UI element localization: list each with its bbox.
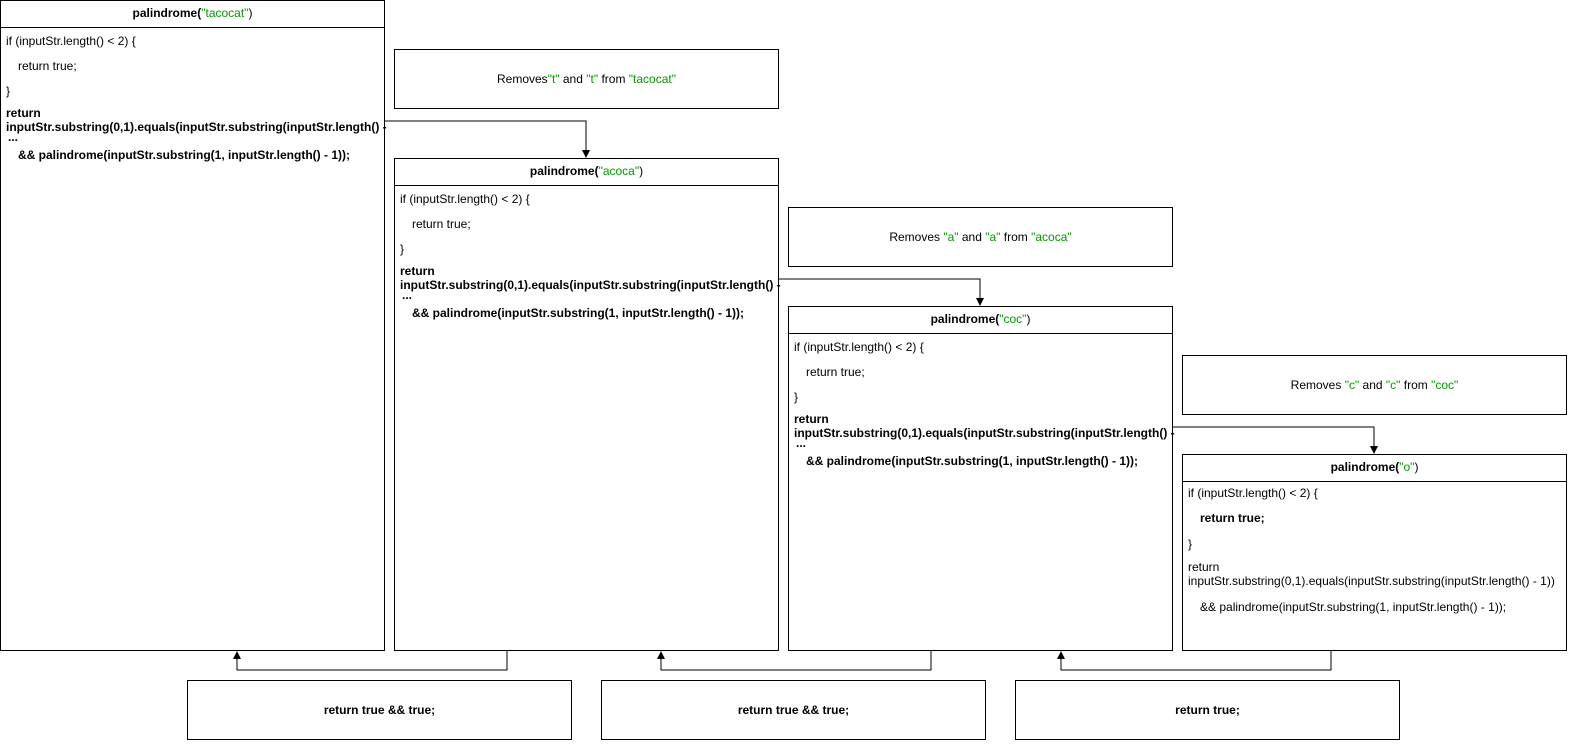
call-arrow-tacocat-to-acoca [385, 120, 587, 150]
return-arrowhead-1 [233, 651, 241, 659]
return-arrowhead-2 [657, 651, 665, 659]
call-arrowhead-1 [582, 150, 590, 158]
connector-layer [233, 120, 1378, 671]
return-arrow-o-to-coc [1060, 651, 1332, 671]
call-arrow-coc-to-o [1173, 426, 1375, 446]
return-arrowhead-3 [1057, 651, 1065, 659]
call-arrowhead-2 [976, 298, 984, 306]
return-arrow-coc-to-acoca [660, 651, 932, 671]
return-arrow-acoca-to-tacocat [236, 651, 508, 671]
call-arrowhead-3 [1370, 446, 1378, 454]
call-arrow-acoca-to-coc [779, 278, 981, 298]
